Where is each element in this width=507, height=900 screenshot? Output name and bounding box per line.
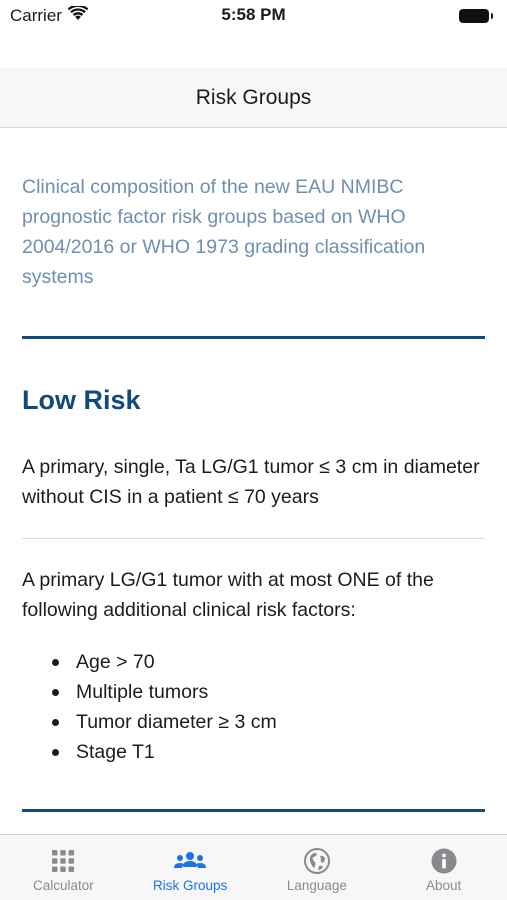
- low-risk-criterion-2: A primary LG/G1 tumor with at most ONE o…: [22, 569, 434, 621]
- status-left: Carrier: [10, 4, 89, 26]
- carrier-label: Carrier: [10, 6, 62, 25]
- grid-icon: [51, 847, 75, 875]
- status-bar: Carrier 5:58 PM: [0, 0, 507, 32]
- tab-label: About: [425, 878, 462, 893]
- section-divider: [22, 336, 485, 339]
- tab-label: Calculator: [32, 878, 94, 893]
- criterion-divider: [22, 538, 485, 539]
- list-item: Stage T1: [52, 737, 485, 767]
- navigation-bar: Risk Groups: [0, 68, 507, 128]
- low-risk-criterion-1: A primary, single, Ta LG/G1 tumor ≤ 3 cm…: [22, 456, 480, 508]
- info-icon: [431, 847, 457, 875]
- section-divider: [22, 809, 485, 812]
- intro-text: Clinical composition of the new EAU NMIB…: [22, 176, 426, 288]
- tab-risk-groups[interactable]: Risk Groups: [127, 835, 254, 900]
- battery-icon: [459, 9, 493, 23]
- list-item: Tumor diameter ≥ 3 cm: [52, 707, 485, 737]
- tab-about[interactable]: About: [380, 835, 507, 900]
- tab-calculator[interactable]: Calculator: [0, 835, 127, 900]
- tab-label: Risk Groups: [152, 878, 228, 893]
- list-item: Multiple tumors: [52, 677, 485, 707]
- risk-factor-list: Age > 70 Multiple tumors Tumor diameter …: [22, 647, 485, 767]
- tab-label: Language: [286, 878, 347, 893]
- globe-icon: [303, 847, 330, 875]
- list-item: Age > 70: [52, 647, 485, 677]
- tab-bar: Calculator Risk Groups Language About: [0, 834, 507, 900]
- people-icon: [173, 847, 207, 875]
- page-title: Risk Groups: [195, 85, 312, 109]
- wifi-icon: [67, 4, 89, 26]
- content-scroll[interactable]: Clinical composition of the new EAU NMIB…: [0, 128, 507, 834]
- section-title-low-risk: Low Risk: [22, 385, 141, 415]
- tab-language[interactable]: Language: [254, 835, 381, 900]
